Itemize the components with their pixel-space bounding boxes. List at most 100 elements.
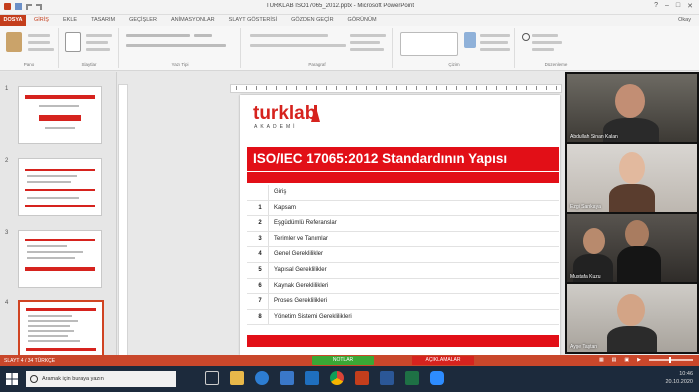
ruler-tick bbox=[306, 86, 307, 90]
toc-text: Proses Gereklilikleri bbox=[274, 298, 328, 305]
slide-footer-bar bbox=[247, 335, 559, 347]
toc-divider bbox=[268, 247, 269, 262]
ruler-tick bbox=[536, 86, 537, 90]
thumbnail-number: 4 bbox=[5, 300, 9, 306]
user-account[interactable]: Okay bbox=[678, 17, 691, 23]
slide-thumbnail-2[interactable] bbox=[18, 158, 102, 216]
ruler-tick bbox=[416, 86, 417, 90]
ribbon-tab[interactable]: EKLE bbox=[63, 17, 77, 23]
ruler-tick bbox=[286, 86, 287, 90]
participant-video-3[interactable]: Mustafa Kuzu bbox=[567, 214, 697, 282]
reading-view-icon[interactable]: ▣ bbox=[624, 357, 629, 363]
edge-icon[interactable] bbox=[255, 371, 269, 385]
taskbar-search[interactable]: Aramak için buraya yazın bbox=[26, 371, 176, 387]
store-icon[interactable] bbox=[280, 371, 294, 385]
view-controls: ▦ ▤ ▣ ▶ bbox=[599, 357, 693, 363]
mail-icon[interactable] bbox=[305, 371, 319, 385]
toc-row: 7 Proses Gereklilikleri bbox=[247, 294, 559, 310]
ribbon-tab[interactable]: TASARIM bbox=[91, 17, 115, 23]
clock-time: 10:46 bbox=[679, 371, 693, 377]
powerpoint-logo-icon bbox=[4, 2, 11, 10]
close-icon[interactable]: ✕ bbox=[687, 2, 693, 10]
toc-row: 1 Kapsam bbox=[247, 200, 559, 217]
ruler-tick bbox=[396, 86, 397, 90]
help-icon[interactable]: ? bbox=[654, 2, 658, 10]
ruler-tick bbox=[496, 86, 497, 90]
ribbon: Pano Slaytlar Yazı Tipi Paragraf Çizim D… bbox=[0, 26, 699, 71]
toc-text: Kaynak Gereklilikleri bbox=[274, 282, 329, 289]
table-header-bar bbox=[247, 172, 559, 183]
find-icon[interactable] bbox=[522, 33, 530, 41]
excel-icon[interactable] bbox=[405, 371, 419, 385]
word-icon[interactable] bbox=[380, 371, 394, 385]
ribbon-tab[interactable]: GÖZDEN GEÇİR bbox=[291, 17, 333, 23]
toc-divider bbox=[268, 262, 269, 278]
thumbnail-number: 3 bbox=[5, 230, 9, 236]
arrange-icon[interactable] bbox=[464, 32, 476, 48]
status-bar: SLAYT 4 / 34 TÜRKÇE NOTLAR AÇIKLAMALAR ▦… bbox=[0, 355, 699, 366]
ruler-tick bbox=[556, 86, 557, 90]
slide-sorter-icon[interactable]: ▤ bbox=[612, 357, 617, 363]
group-label: Yazı Tipi bbox=[171, 62, 189, 67]
task-view-icon[interactable] bbox=[205, 371, 219, 385]
slide-thumbnail-4[interactable] bbox=[18, 300, 104, 360]
slide-thumbnail-1[interactable] bbox=[18, 86, 102, 144]
ribbon-group-drawing: Çizim bbox=[394, 28, 515, 68]
new-slide-icon[interactable] bbox=[65, 32, 81, 52]
participant-name: Abdullah Sinan Kalan bbox=[570, 134, 618, 140]
ruler-tick bbox=[346, 86, 347, 90]
participant-video-1[interactable]: Abdullah Sinan Kalan bbox=[567, 74, 697, 142]
ribbon-tab[interactable]: GEÇİŞLER bbox=[129, 17, 157, 23]
ribbon-tab[interactable]: GİRİŞ bbox=[34, 17, 49, 23]
comments-button[interactable]: AÇIKLAMALAR bbox=[412, 356, 474, 365]
toc-divider bbox=[268, 185, 269, 200]
normal-view-icon[interactable]: ▦ bbox=[599, 357, 604, 363]
slide-counter: SLAYT 4 / 34 TÜRKÇE bbox=[4, 358, 56, 364]
ribbon-tab[interactable]: SLAYT GÖSTERİSİ bbox=[229, 17, 277, 23]
ribbon-tab[interactable]: GÖRÜNÜM bbox=[348, 17, 377, 23]
minimize-icon[interactable]: – bbox=[665, 2, 669, 10]
maximize-icon[interactable]: □ bbox=[676, 2, 680, 10]
taskbar-apps bbox=[205, 371, 444, 385]
zoom-slider[interactable] bbox=[649, 357, 693, 363]
vertical-ruler bbox=[118, 84, 128, 356]
toc-text: Terimler ve Tanımlar bbox=[274, 235, 328, 242]
search-icon bbox=[30, 375, 38, 383]
slideshow-icon[interactable]: ▶ bbox=[637, 357, 641, 363]
participant-video-2[interactable]: Ezgi Sarıkaya bbox=[567, 144, 697, 212]
horizontal-ruler bbox=[230, 84, 562, 93]
toc-divider bbox=[268, 294, 269, 309]
paste-icon[interactable] bbox=[6, 32, 22, 52]
windows-start-icon[interactable] bbox=[6, 373, 18, 385]
brand-name: turklab bbox=[253, 103, 317, 124]
tab-file[interactable]: DOSYA bbox=[0, 15, 26, 26]
toc-divider bbox=[268, 200, 269, 216]
toc-row: 5 Yapısal Gereklilikler bbox=[247, 262, 559, 279]
notes-button[interactable]: NOTLAR bbox=[312, 356, 374, 365]
slide-title: ISO/IEC 17065:2012 Standardının Yapısı bbox=[247, 147, 559, 171]
powerpoint-icon[interactable] bbox=[355, 371, 369, 385]
toc-number: 1 bbox=[258, 204, 262, 211]
windows-taskbar: Aramak için buraya yazın 10:46 20.10.202… bbox=[0, 366, 699, 392]
slide-canvas[interactable]: turklab AKADEMİ ISO/IEC 17065:2012 Stand… bbox=[240, 95, 560, 355]
chrome-icon[interactable] bbox=[330, 371, 344, 385]
file-explorer-icon[interactable] bbox=[230, 371, 244, 385]
contents-table: Giriş 1 Kapsam 2 Eşgüdümlü Referanslar 3 Terim… bbox=[247, 185, 559, 326]
ribbon-group-editing: Düzenleme bbox=[516, 28, 596, 68]
shapes-gallery-icon[interactable] bbox=[400, 32, 458, 56]
participant-video-4[interactable]: Ayşe Taştan bbox=[567, 284, 697, 352]
redo-icon[interactable] bbox=[36, 4, 42, 10]
ribbon-tab[interactable]: ANİMASYONLAR bbox=[171, 17, 215, 23]
system-tray[interactable]: 10:46 20.10.2020 bbox=[665, 370, 693, 386]
ruler-tick bbox=[376, 86, 377, 90]
search-placeholder: Aramak için buraya yazın bbox=[42, 376, 104, 382]
zoom-icon[interactable] bbox=[430, 371, 444, 385]
ribbon-group-slides: Slaytlar bbox=[60, 28, 119, 68]
ruler-tick bbox=[366, 86, 367, 90]
undo-icon[interactable] bbox=[26, 4, 32, 10]
save-icon[interactable] bbox=[15, 2, 22, 10]
slide-thumbnail-3[interactable] bbox=[18, 230, 102, 288]
ribbon-group-clipboard: Pano bbox=[0, 28, 59, 68]
toc-number: 2 bbox=[258, 220, 262, 227]
group-label: Slaytlar bbox=[81, 62, 97, 67]
